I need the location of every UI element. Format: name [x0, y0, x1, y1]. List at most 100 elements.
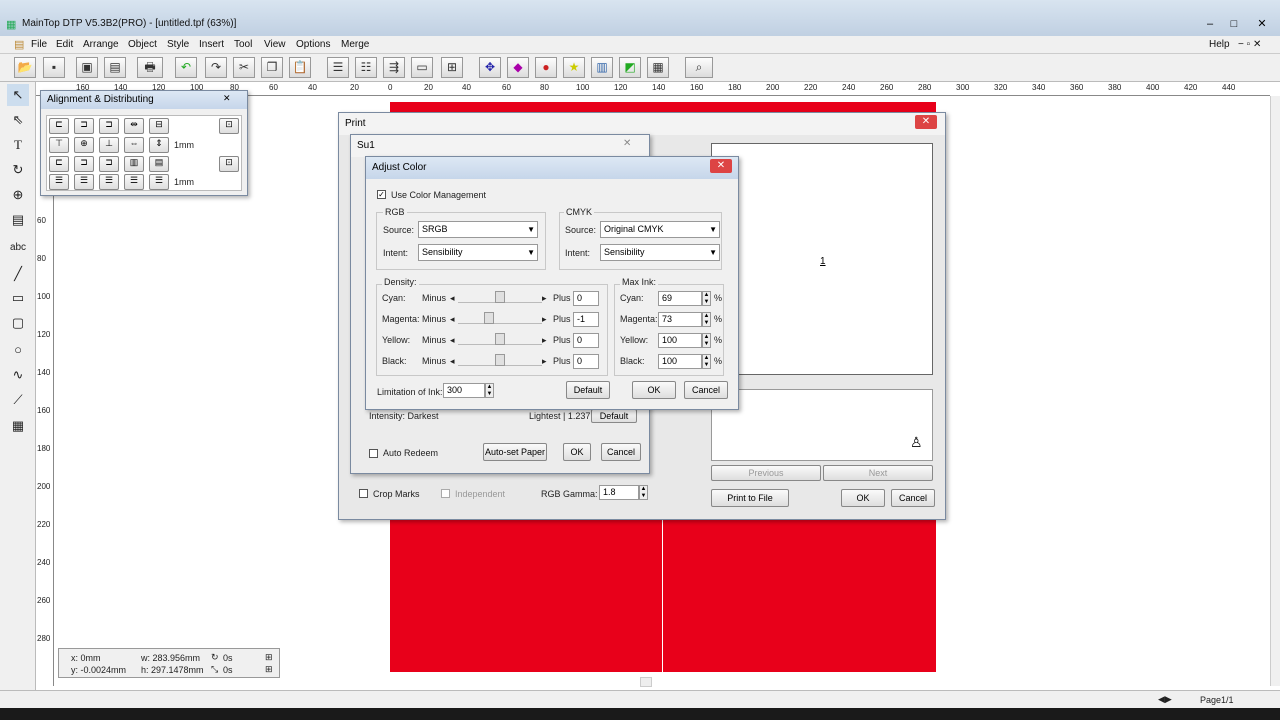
density-slider-thumb[interactable] [483, 312, 494, 324]
spacing-value-2[interactable]: 1mm [174, 177, 194, 187]
density-slider[interactable] [458, 312, 542, 324]
star-icon[interactable]: ★ [563, 57, 585, 78]
menu-view[interactable]: View [264, 39, 286, 50]
chevron-right-icon[interactable]: ▸ [542, 314, 547, 325]
sub-cancel-button[interactable]: Cancel [601, 443, 641, 461]
redo-icon[interactable]: ↷ [205, 57, 227, 78]
space-v-icon[interactable]: ⇕ [149, 137, 169, 153]
align-5-icon[interactable]: ⊞ [441, 57, 463, 78]
limitation-spin[interactable]: ▲ ▼ [485, 383, 494, 398]
expand-icon[interactable]: ⊞ [265, 652, 273, 663]
auto-set-paper-button[interactable]: Auto-set Paper [483, 443, 547, 461]
mdi-controls[interactable]: − ▫ ✕ [1238, 39, 1261, 50]
density-value-input[interactable]: 0 [573, 333, 599, 348]
minimize-button[interactable]: – [1198, 16, 1222, 32]
align-left-icon[interactable]: ⊏ [49, 118, 69, 134]
rgb-gamma-input[interactable]: 1.8 [599, 485, 639, 500]
curve-tool-icon[interactable]: ∿ [7, 364, 29, 386]
limitation-input[interactable]: 300 [443, 383, 485, 398]
menu-file[interactable]: File [31, 39, 47, 50]
menu-object[interactable]: Object [128, 39, 157, 50]
align-row4-2-icon[interactable]: ☰ [74, 174, 94, 190]
collapse-icon[interactable]: ⊞ [265, 664, 273, 675]
vertical-scrollbar[interactable] [1270, 96, 1280, 686]
undo-icon[interactable]: ↶ [175, 57, 197, 78]
chevron-right-icon[interactable]: ▸ [542, 293, 547, 304]
adjust-default-button[interactable]: Default [566, 381, 610, 399]
align-row4-1-icon[interactable]: ☰ [49, 174, 69, 190]
align-row3-4-icon[interactable]: ▥ [124, 156, 144, 172]
density-slider-thumb[interactable] [495, 291, 505, 303]
sub-default-button[interactable]: Default [591, 409, 637, 423]
chart-icon[interactable]: ▥ [591, 57, 613, 78]
chevron-right-icon[interactable]: ▸ [542, 335, 547, 346]
select-tool-icon[interactable]: ↖ [7, 84, 29, 106]
maxink-value-input[interactable]: 73 [658, 312, 702, 327]
maxink-spin[interactable]: ▲ ▼ [702, 354, 711, 369]
crop-marks-checkbox[interactable] [359, 489, 368, 498]
line-tool-icon[interactable]: ╱ [7, 263, 29, 285]
rgb-gamma-spin[interactable]: ▲ ▼ [639, 485, 648, 500]
density-value-input[interactable]: 0 [573, 354, 599, 369]
adjust-ok-button[interactable]: OK [632, 381, 676, 399]
maximize-button[interactable]: □ [1222, 16, 1246, 32]
color-2-icon[interactable]: ● [535, 57, 557, 78]
print-setup-icon[interactable]: ▣ [76, 57, 98, 78]
align-row4-4-icon[interactable]: ☰ [124, 174, 144, 190]
rectangle-tool-icon[interactable]: ▭ [7, 287, 29, 309]
align-3-icon[interactable]: ⇶ [383, 57, 405, 78]
page-tool-icon[interactable]: ▤ [7, 209, 29, 231]
shape-icon[interactable]: ◩ [619, 57, 641, 78]
align-row4-5-icon[interactable]: ☰ [149, 174, 169, 190]
sub-close-icon[interactable]: ✕ [623, 138, 631, 149]
menu-arrange[interactable]: Arrange [83, 39, 119, 50]
color-1-icon[interactable]: ◆ [507, 57, 529, 78]
align-middle-icon[interactable]: ⊕ [74, 137, 94, 153]
zoom-tool-icon[interactable]: ⊕ [7, 184, 29, 206]
align-top-icon[interactable]: ⊤ [49, 137, 69, 153]
next-button[interactable]: Next [823, 465, 933, 481]
text-tool-icon[interactable]: T [7, 134, 29, 156]
density-slider-thumb[interactable] [495, 333, 505, 345]
menu-help[interactable]: Help [1209, 39, 1230, 50]
chevron-left-icon[interactable]: ◂ [450, 335, 455, 346]
adjust-cancel-button[interactable]: Cancel [684, 381, 728, 399]
pen-tool-icon[interactable]: ⟋ [7, 389, 29, 411]
cmyk-intent-select[interactable]: Sensibility ▼ [600, 244, 720, 261]
adjust-close-icon[interactable]: ✕ [710, 159, 732, 173]
align-row3-5-icon[interactable]: ▤ [149, 156, 169, 172]
cmyk-source-select[interactable]: Original CMYK ▼ [600, 221, 720, 238]
distribute-v-icon[interactable]: ⊟ [149, 118, 169, 134]
save-icon[interactable]: ▪ [43, 57, 65, 78]
chevron-left-icon[interactable]: ◂ [450, 314, 455, 325]
align-right-icon[interactable]: ⊐ [99, 118, 119, 134]
maxink-value-input[interactable]: 69 [658, 291, 702, 306]
chevron-left-icon[interactable]: ◂ [450, 356, 455, 367]
maxink-value-input[interactable]: 100 [658, 354, 702, 369]
move-icon[interactable]: ✥ [479, 57, 501, 78]
previous-button[interactable]: Previous [711, 465, 821, 481]
auto-redeem-checkbox[interactable] [369, 449, 378, 458]
menu-insert[interactable]: Insert [199, 39, 224, 50]
align-row3-1-icon[interactable]: ⊏ [49, 156, 69, 172]
density-value-input[interactable]: 0 [573, 291, 599, 306]
paste-icon[interactable]: 📋 [289, 57, 311, 78]
rotate-tool-icon[interactable]: ↻ [7, 159, 29, 181]
chevron-left-icon[interactable]: ◂ [450, 293, 455, 304]
image-icon[interactable]: ▦ [647, 57, 669, 78]
spacing-value-1[interactable]: 1mm [174, 140, 194, 150]
rgb-source-select[interactable]: SRGB ▼ [418, 221, 538, 238]
red-rectangle-bottom[interactable] [390, 520, 936, 672]
align-1-icon[interactable]: ☰ [327, 57, 349, 78]
align-row3-3-icon[interactable]: ⊐ [99, 156, 119, 172]
grid-tool-icon[interactable]: ▦ [7, 415, 29, 437]
maxink-spin[interactable]: ▲ ▼ [702, 291, 711, 306]
scroll-thumb[interactable] [640, 677, 652, 687]
maxink-spin[interactable]: ▲ ▼ [702, 333, 711, 348]
distribute-h-icon[interactable]: ⇹ [124, 118, 144, 134]
print-to-file-button[interactable]: Print to File [711, 489, 789, 507]
maxink-spin[interactable]: ▲ ▼ [702, 312, 711, 327]
use-cm-checkbox[interactable]: ✓ [377, 190, 386, 199]
menu-options[interactable]: Options [296, 39, 330, 50]
align-4-icon[interactable]: ▭ [411, 57, 433, 78]
